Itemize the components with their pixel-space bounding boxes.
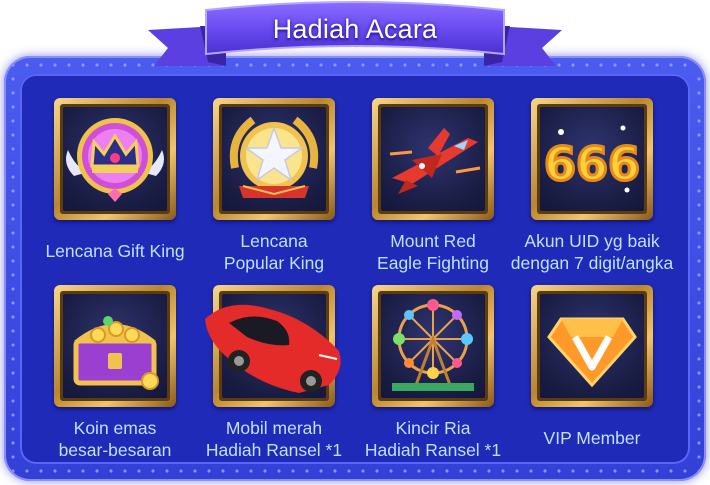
reward-label-line2: dengan 7 digit/angka (510, 253, 674, 273)
vip-diamond-icon (547, 317, 637, 388)
star-badge-icon (229, 116, 319, 198)
jet-mount-icon (389, 128, 481, 194)
reward-label: VIP Member (543, 428, 641, 448)
svg-text:666: 666 (544, 137, 640, 191)
page-title: Hadiah Acara (272, 14, 438, 44)
red-car-icon (205, 304, 341, 393)
treasure-chest-icon (73, 316, 159, 390)
ferris-wheel-icon (392, 299, 474, 391)
crown-badge-icon (66, 118, 164, 202)
reward-label-line1: Akun UID yg baik (524, 231, 660, 251)
uid-666-icon: 666 (542, 125, 642, 193)
